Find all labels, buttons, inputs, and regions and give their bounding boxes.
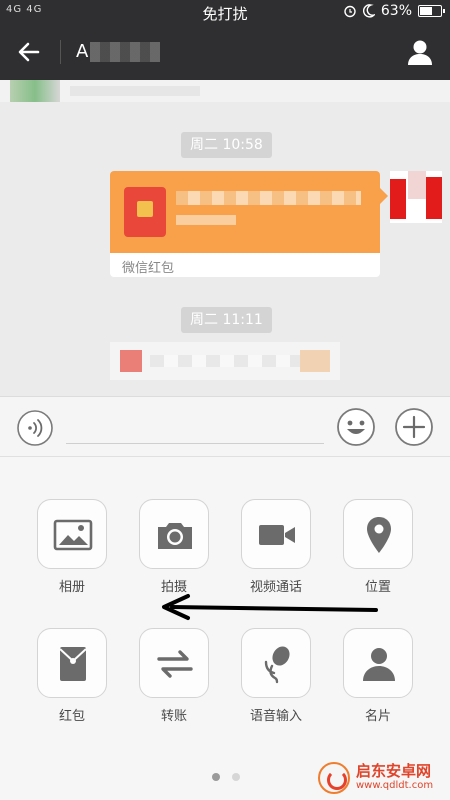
chat-header: A — [0, 24, 450, 80]
contact-card-icon — [363, 648, 395, 681]
camera-button[interactable] — [139, 499, 209, 569]
voice-icon[interactable] — [16, 410, 54, 446]
alarm-icon — [344, 5, 356, 18]
location-button[interactable] — [343, 499, 413, 569]
red-packet-label-panel: 红包 — [58, 709, 85, 724]
album-label: 相册 — [58, 580, 85, 595]
red-packet-label: 微信红包 — [122, 261, 175, 276]
header-divider — [60, 40, 61, 64]
arrow-left-icon[interactable] — [14, 38, 44, 66]
page-indicator — [212, 773, 240, 781]
blurred-name — [90, 42, 160, 62]
transfer-icon — [157, 650, 193, 678]
contact-card-button[interactable] — [343, 628, 413, 698]
voice-input-label: 语音输入 — [249, 709, 302, 724]
location-icon — [367, 517, 391, 553]
video-call-button[interactable] — [241, 499, 311, 569]
blurred-message[interactable] — [110, 342, 340, 380]
contact-name: A — [76, 36, 166, 68]
blurred-greeting — [176, 191, 361, 205]
contact-card-label: 名片 — [364, 709, 391, 724]
contact-name-text: A — [76, 41, 89, 62]
page-dot-active[interactable] — [212, 773, 220, 781]
message-timestamp: 周二 10:58 — [181, 132, 272, 158]
input-bar — [0, 396, 450, 456]
arrow-annotation — [162, 594, 378, 620]
battery-percent: 63% — [380, 3, 412, 19]
avatar[interactable] — [390, 171, 442, 223]
blurred-avatar — [10, 80, 60, 102]
video-icon — [259, 525, 295, 545]
red-packet-icon — [59, 647, 87, 681]
voice-input-button[interactable] — [241, 628, 311, 698]
person-icon[interactable] — [406, 38, 434, 66]
watermark-logo — [318, 762, 350, 794]
microphone-icon — [264, 646, 290, 684]
message-timestamp: 周二 11:11 — [181, 307, 272, 333]
status-bar: 4G 4G 免打扰 63% — [0, 0, 450, 24]
page-dot[interactable] — [232, 773, 240, 781]
blurred-subtext — [176, 215, 236, 225]
bubble-tail — [380, 188, 388, 204]
battery-fill — [420, 7, 432, 15]
blurred-text — [70, 86, 200, 96]
red-packet-button[interactable] — [37, 628, 107, 698]
album-button[interactable] — [37, 499, 107, 569]
camera-icon — [158, 523, 192, 549]
image-icon — [53, 519, 93, 551]
battery-icon — [418, 5, 445, 17]
transfer-label: 转账 — [160, 709, 187, 724]
plus-icon[interactable] — [394, 407, 434, 447]
moon-icon — [362, 4, 375, 18]
watermark-url: www.qdldt.com — [356, 780, 434, 791]
previous-message-strip — [0, 80, 450, 102]
watermark: 启东安卓网 www.qdldt.com — [318, 760, 446, 796]
message-input[interactable] — [66, 443, 324, 444]
red-packet-icon — [124, 187, 166, 237]
emoji-icon[interactable] — [336, 407, 376, 447]
red-packet-message[interactable]: 微信红包 — [110, 171, 380, 277]
transfer-button[interactable] — [139, 628, 209, 698]
watermark-title: 启东安卓网 — [356, 762, 432, 780]
